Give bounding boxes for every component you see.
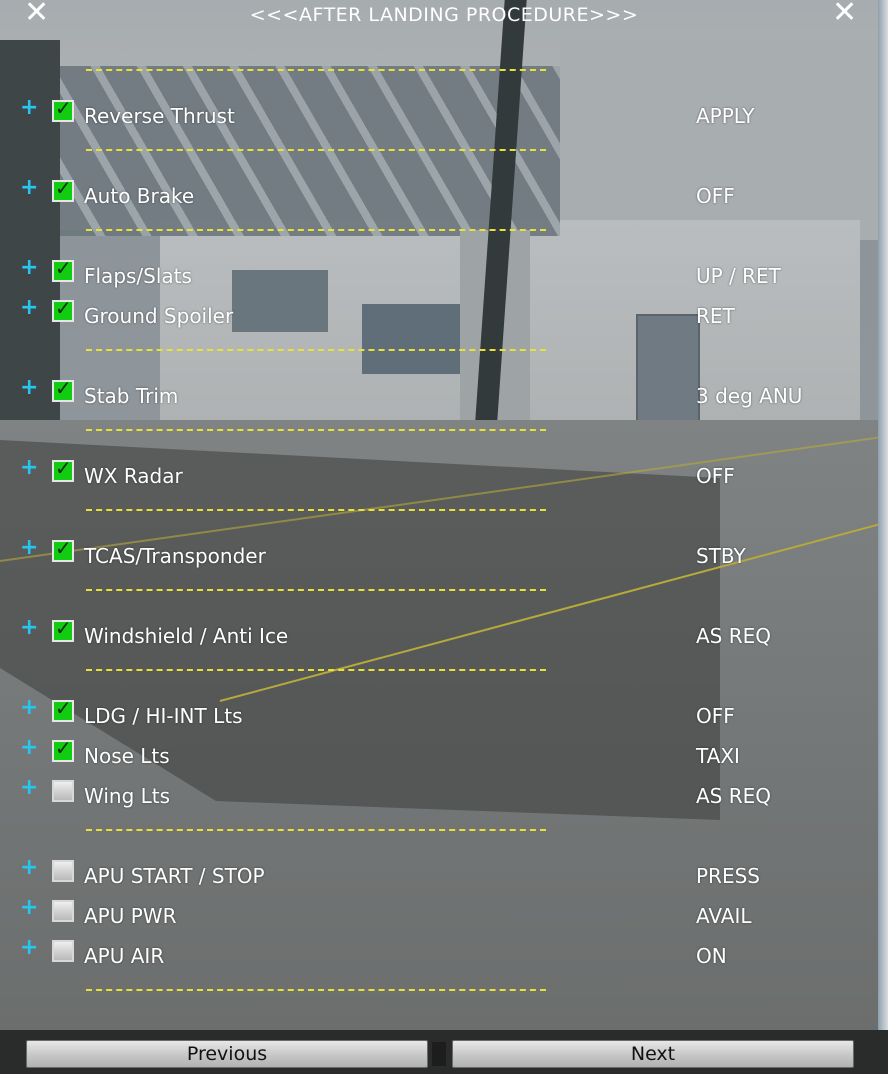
- item-value: AVAIL: [696, 904, 752, 928]
- section-divider: [86, 149, 546, 151]
- close-icon[interactable]: ✕: [832, 0, 857, 28]
- checkmark-icon: ✓: [55, 176, 72, 200]
- checklist-item: + APU START / STOP PRESS: [0, 850, 888, 890]
- previous-button[interactable]: Previous: [26, 1040, 428, 1068]
- checklist-item: + ✓ Auto Brake OFF: [0, 170, 888, 210]
- checklist-item: + ✓ Ground Spoiler RET: [0, 290, 888, 330]
- checklist-item: + ✓ Reverse Thrust APPLY: [0, 90, 888, 130]
- checklist-item: + ✓ Windshield / Anti Ice AS REQ: [0, 610, 888, 650]
- checkmark-icon: ✓: [55, 96, 72, 120]
- checkmark-icon: ✓: [55, 696, 72, 720]
- expand-plus-icon[interactable]: +: [20, 376, 38, 400]
- checkmark-icon: ✓: [55, 616, 72, 640]
- next-button[interactable]: Next: [452, 1040, 854, 1068]
- section-divider: [86, 589, 546, 591]
- item-value: AS REQ: [696, 784, 772, 808]
- checkmark-icon: ✓: [55, 736, 72, 760]
- item-checkbox[interactable]: ✓: [52, 456, 74, 482]
- item-checkbox[interactable]: [52, 900, 74, 922]
- expand-plus-icon[interactable]: +: [20, 856, 38, 880]
- item-label: Wing Lts: [84, 784, 171, 808]
- item-value: STBY: [696, 544, 746, 568]
- item-checkbox[interactable]: [52, 860, 74, 882]
- expand-plus-icon[interactable]: +: [20, 96, 38, 120]
- expand-plus-icon[interactable]: +: [20, 776, 38, 800]
- checklist-item: + APU PWR AVAIL: [0, 890, 888, 930]
- item-value: 3 deg ANU: [696, 384, 803, 408]
- expand-plus-icon[interactable]: +: [20, 176, 38, 200]
- expand-plus-icon[interactable]: +: [20, 736, 38, 760]
- section-divider: [86, 989, 546, 991]
- item-value: OFF: [696, 704, 735, 728]
- item-label: Ground Spoiler: [84, 304, 234, 328]
- checklist-footer: Previous Next: [0, 1036, 888, 1070]
- checklist-header: ✕ <<<AFTER LANDING PROCEDURE>>> ✕: [0, 0, 888, 30]
- item-value: RET: [696, 304, 735, 328]
- item-value: OFF: [696, 184, 735, 208]
- expand-plus-icon[interactable]: +: [20, 256, 38, 280]
- item-checkbox[interactable]: [52, 940, 74, 962]
- section-divider: [86, 829, 546, 831]
- item-label: Reverse Thrust: [84, 104, 235, 128]
- item-checkbox[interactable]: ✓: [52, 256, 74, 282]
- checklist-item: + Wing Lts AS REQ: [0, 770, 888, 810]
- item-label: Flaps/Slats: [84, 264, 192, 288]
- item-label: Stab Trim: [84, 384, 179, 408]
- item-label: APU AIR: [84, 944, 165, 968]
- section-divider: [86, 429, 546, 431]
- section-divider: [86, 349, 546, 351]
- checklist-item: + ✓ Nose Lts TAXI: [0, 730, 888, 770]
- expand-plus-icon[interactable]: +: [20, 696, 38, 720]
- checklist-title: <<<AFTER LANDING PROCEDURE>>>: [249, 4, 639, 26]
- checklist-item: + ✓ TCAS/Transponder STBY: [0, 530, 888, 570]
- checklist-item: + ✓ Flaps/Slats UP / RET: [0, 250, 888, 290]
- checklist-item: + APU AIR ON: [0, 930, 888, 970]
- item-label: Auto Brake: [84, 184, 195, 208]
- item-value: OFF: [696, 464, 735, 488]
- checkmark-icon: ✓: [55, 376, 72, 400]
- item-value: PRESS: [696, 864, 760, 888]
- checkmark-icon: ✓: [55, 536, 72, 560]
- item-value: UP / RET: [696, 264, 781, 288]
- item-value: TAXI: [696, 744, 740, 768]
- checklist-item: + ✓ LDG / HI-INT Lts OFF: [0, 690, 888, 730]
- item-label: APU PWR: [84, 904, 177, 928]
- item-value: APPLY: [696, 104, 755, 128]
- footer-separator: [432, 1042, 446, 1066]
- item-label: WX Radar: [84, 464, 183, 488]
- item-checkbox[interactable]: ✓: [52, 376, 74, 402]
- item-checkbox[interactable]: ✓: [52, 296, 74, 322]
- expand-plus-icon[interactable]: +: [20, 296, 38, 320]
- item-label: Nose Lts: [84, 744, 170, 768]
- checkmark-icon: ✓: [55, 296, 72, 320]
- item-checkbox[interactable]: ✓: [52, 96, 74, 122]
- item-label: LDG / HI-INT Lts: [84, 704, 243, 728]
- item-checkbox[interactable]: ✓: [52, 736, 74, 762]
- section-divider: [86, 509, 546, 511]
- expand-plus-icon[interactable]: +: [20, 936, 38, 960]
- expand-plus-icon[interactable]: +: [20, 536, 38, 560]
- item-checkbox[interactable]: ✓: [52, 536, 74, 562]
- section-divider: [86, 229, 546, 231]
- item-checkbox[interactable]: ✓: [52, 176, 74, 202]
- expand-plus-icon[interactable]: +: [20, 456, 38, 480]
- item-label: Windshield / Anti Ice: [84, 624, 289, 648]
- checklist-item: + ✓ WX Radar OFF: [0, 450, 888, 490]
- item-checkbox[interactable]: ✓: [52, 696, 74, 722]
- item-checkbox[interactable]: [52, 780, 74, 802]
- item-label: APU START / STOP: [84, 864, 265, 888]
- background-building-upper: [560, 40, 888, 240]
- section-divider: [86, 669, 546, 671]
- item-value: AS REQ: [696, 624, 772, 648]
- expand-plus-icon[interactable]: +: [20, 616, 38, 640]
- item-checkbox[interactable]: ✓: [52, 616, 74, 642]
- checkmark-icon: ✓: [55, 256, 72, 280]
- item-label: TCAS/Transponder: [84, 544, 266, 568]
- section-divider: [86, 69, 546, 71]
- expand-plus-icon[interactable]: +: [20, 896, 38, 920]
- checkmark-icon: ✓: [55, 456, 72, 480]
- checklist-item: + ✓ Stab Trim 3 deg ANU: [0, 370, 888, 410]
- item-value: ON: [696, 944, 727, 968]
